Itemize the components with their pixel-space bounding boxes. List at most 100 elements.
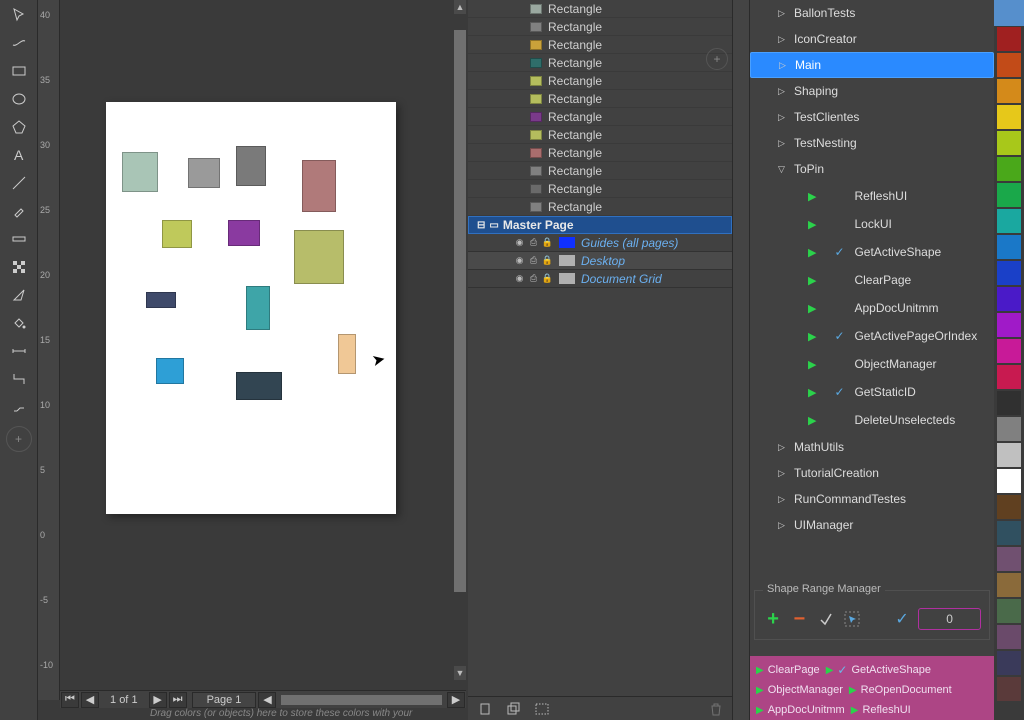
palette-swatch[interactable] xyxy=(997,131,1021,155)
tree-leaf[interactable]: ▶RefleshUI xyxy=(780,182,994,210)
object-row[interactable]: Rectangle xyxy=(468,180,732,198)
visibility-icon[interactable]: ◉ xyxy=(514,273,525,284)
palette-swatch[interactable] xyxy=(997,53,1021,77)
check-icon[interactable]: ✓ xyxy=(834,385,846,399)
fill-tool[interactable] xyxy=(6,310,32,336)
tree-leaf[interactable]: ▶AppDocUnitmm xyxy=(780,294,994,322)
palette-swatch[interactable] xyxy=(997,365,1021,389)
chevron-right-icon[interactable]: ▷ xyxy=(778,8,788,19)
hscroll-thumb[interactable] xyxy=(281,695,442,705)
object-row[interactable]: Rectangle xyxy=(468,162,732,180)
tree-leaf[interactable]: ▶✓GetActiveShape xyxy=(780,238,994,266)
tree-node[interactable]: ▷RunCommandTestes xyxy=(750,486,994,512)
palette-swatch[interactable] xyxy=(997,417,1021,441)
next-page-button[interactable]: ▶ xyxy=(149,692,167,708)
new-master-icon[interactable] xyxy=(532,701,552,717)
master-page-header[interactable]: ⊟▭ Master Page xyxy=(468,216,732,234)
panel-divider[interactable] xyxy=(732,0,750,720)
interactive-tool[interactable] xyxy=(6,226,32,252)
polygon-tool[interactable] xyxy=(6,114,32,140)
scroll-thumb[interactable] xyxy=(454,30,466,592)
action-item[interactable]: ▶AppDocUnitmm xyxy=(756,704,845,716)
shape-rectangle[interactable] xyxy=(146,292,176,308)
shape-rectangle[interactable] xyxy=(302,160,336,212)
play-icon[interactable]: ▶ xyxy=(808,190,816,203)
tree-leaf[interactable]: ▶ClearPage xyxy=(780,266,994,294)
ellipse-tool[interactable] xyxy=(6,86,32,112)
object-row[interactable]: Rectangle xyxy=(468,108,732,126)
chevron-right-icon[interactable]: ▷ xyxy=(778,34,788,45)
tree-node[interactable]: ▷MathUtils xyxy=(750,434,994,460)
lock-icon[interactable]: 🔒 xyxy=(542,273,553,284)
palette-swatch[interactable] xyxy=(997,27,1021,51)
tree-node[interactable]: ▷TestClientes xyxy=(750,104,994,130)
object-row[interactable]: Rectangle xyxy=(468,126,732,144)
object-row[interactable]: Rectangle xyxy=(468,72,732,90)
action-item[interactable]: ▶ObjectManager xyxy=(756,684,843,696)
palette-swatch[interactable] xyxy=(997,469,1021,493)
tree-node[interactable]: ▷TutorialCreation xyxy=(750,460,994,486)
text-tool[interactable]: A xyxy=(6,142,32,168)
palette-swatch[interactable] xyxy=(997,443,1021,467)
delete-icon[interactable] xyxy=(706,701,726,717)
tree-leaf[interactable]: ▶DeleteUnselecteds xyxy=(780,406,994,434)
layer-row[interactable]: ◉⎙🔒Guides (all pages) xyxy=(468,234,732,252)
new-layer-icon[interactable] xyxy=(504,701,524,717)
chevron-right-icon[interactable]: ▷ xyxy=(778,468,788,479)
play-icon[interactable]: ▶ xyxy=(808,330,816,343)
lock-icon[interactable]: 🔒 xyxy=(542,255,553,266)
last-page-button[interactable]: ⏭ xyxy=(169,692,187,708)
eyedropper-tool[interactable] xyxy=(6,198,32,224)
srm-select-button[interactable] xyxy=(842,608,862,630)
tree-node[interactable]: ▷TestNesting xyxy=(750,130,994,156)
palette-swatch[interactable] xyxy=(997,651,1021,675)
palette-swatch[interactable] xyxy=(997,625,1021,649)
srm-remove-button[interactable]: − xyxy=(789,608,809,630)
tree-node[interactable]: ▷IconCreator xyxy=(750,26,994,52)
palette-swatch[interactable] xyxy=(997,105,1021,129)
new-page-icon[interactable] xyxy=(476,701,496,717)
layer-row[interactable]: ◉⎙🔒Desktop xyxy=(468,252,732,270)
object-row[interactable]: Rectangle xyxy=(468,144,732,162)
tree-leaf[interactable]: ▶ObjectManager xyxy=(780,350,994,378)
srm-clear-button[interactable] xyxy=(816,608,836,630)
play-icon[interactable]: ▶ xyxy=(808,302,816,315)
tab-next-button[interactable]: ▶ xyxy=(447,692,465,708)
palette-swatch[interactable] xyxy=(997,287,1021,311)
chevron-right-icon[interactable]: ▷ xyxy=(778,520,788,531)
palette-swatch[interactable] xyxy=(997,183,1021,207)
palette-swatch[interactable] xyxy=(997,209,1021,233)
shape-rectangle[interactable] xyxy=(162,220,192,248)
print-icon[interactable]: ⎙ xyxy=(528,237,539,248)
action-item[interactable]: ▶✓GetActiveShape xyxy=(826,663,931,677)
brush-tool[interactable] xyxy=(6,282,32,308)
palette-swatch[interactable] xyxy=(997,313,1021,337)
shape-tool[interactable] xyxy=(6,30,32,56)
visibility-icon[interactable]: ◉ xyxy=(514,237,525,248)
shape-rectangle[interactable] xyxy=(338,334,356,374)
srm-add-button[interactable]: + xyxy=(763,608,783,630)
chevron-right-icon[interactable]: ▷ xyxy=(778,494,788,505)
palette-header[interactable] xyxy=(994,0,1024,26)
play-icon[interactable]: ▶ xyxy=(808,218,816,231)
srm-apply-button[interactable]: ✓ xyxy=(892,608,912,630)
layer-row[interactable]: ◉⎙🔒Document Grid xyxy=(468,270,732,288)
connector-tool[interactable] xyxy=(6,366,32,392)
tree-node[interactable]: ▷Main xyxy=(750,52,994,78)
freehand-tool[interactable] xyxy=(6,170,32,196)
page[interactable] xyxy=(106,102,396,514)
shape-rectangle[interactable] xyxy=(188,158,220,188)
object-row[interactable]: Rectangle xyxy=(468,36,732,54)
chevron-right-icon[interactable]: ▷ xyxy=(779,60,789,71)
palette-swatch[interactable] xyxy=(997,547,1021,571)
play-icon[interactable]: ▶ xyxy=(808,274,816,287)
shape-rectangle[interactable] xyxy=(236,372,282,400)
rectangle-tool[interactable] xyxy=(6,58,32,84)
play-icon[interactable]: ▶ xyxy=(808,414,816,427)
scroll-up-icon[interactable]: ▲ xyxy=(454,0,466,14)
print-icon[interactable]: ⎙ xyxy=(528,273,539,284)
tree-node[interactable]: ▽ToPin xyxy=(750,156,994,182)
palette-swatch[interactable] xyxy=(997,677,1021,701)
action-item[interactable]: ▶RefleshUI xyxy=(851,704,911,716)
object-row[interactable]: Rectangle xyxy=(468,90,732,108)
